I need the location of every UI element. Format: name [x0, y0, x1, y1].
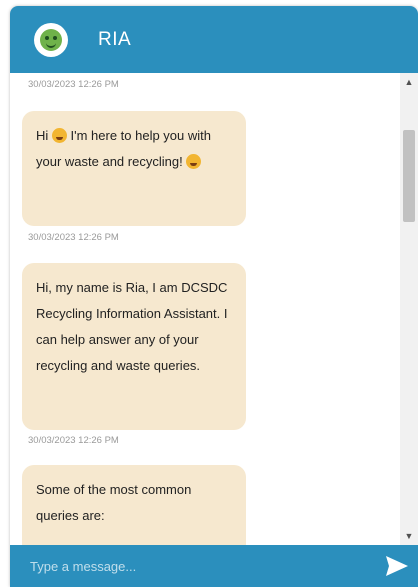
- message-text: Hi: [36, 128, 52, 143]
- avatar: [34, 22, 68, 57]
- scroll-thumb[interactable]: [403, 130, 415, 222]
- message-timestamp: 30/03/2023 12:26 PM: [28, 232, 119, 243]
- message-input-bar: [10, 545, 418, 587]
- message-bubble: Hi, my name is Ria, I am DCSDC Recycling…: [22, 263, 246, 430]
- smiley-emoji-icon: [51, 128, 67, 143]
- scroll-up-arrow-icon[interactable]: ▲: [400, 75, 418, 89]
- send-icon: [386, 556, 408, 576]
- scroll-down-arrow-icon[interactable]: ▼: [400, 529, 418, 543]
- message-bubble: Some of the most common queries are:: [22, 465, 246, 545]
- message-bubble: Hi I'm here to help you with your waste …: [22, 111, 246, 226]
- message-text: Some of the most common queries are:: [36, 482, 192, 523]
- message-timestamp: 30/03/2023 12:26 PM: [28, 435, 119, 446]
- scrollbar[interactable]: ▲ ▼: [400, 73, 418, 545]
- message-timestamp: 30/03/2023 12:26 PM: [28, 79, 119, 90]
- chat-window: RIA 30/03/2023 12:26 PM Hi I'm here to h…: [10, 6, 418, 587]
- message-text: Hi, my name is Ria, I am DCSDC Recycling…: [36, 280, 228, 373]
- grin-emoji-icon: [186, 154, 202, 169]
- chat-title: RIA: [98, 28, 132, 50]
- chat-header: RIA: [10, 6, 418, 73]
- message-input[interactable]: [30, 553, 360, 579]
- message-list: 30/03/2023 12:26 PM Hi I'm here to help …: [10, 73, 400, 545]
- bot-face-icon: [40, 28, 62, 51]
- send-button[interactable]: [384, 554, 410, 578]
